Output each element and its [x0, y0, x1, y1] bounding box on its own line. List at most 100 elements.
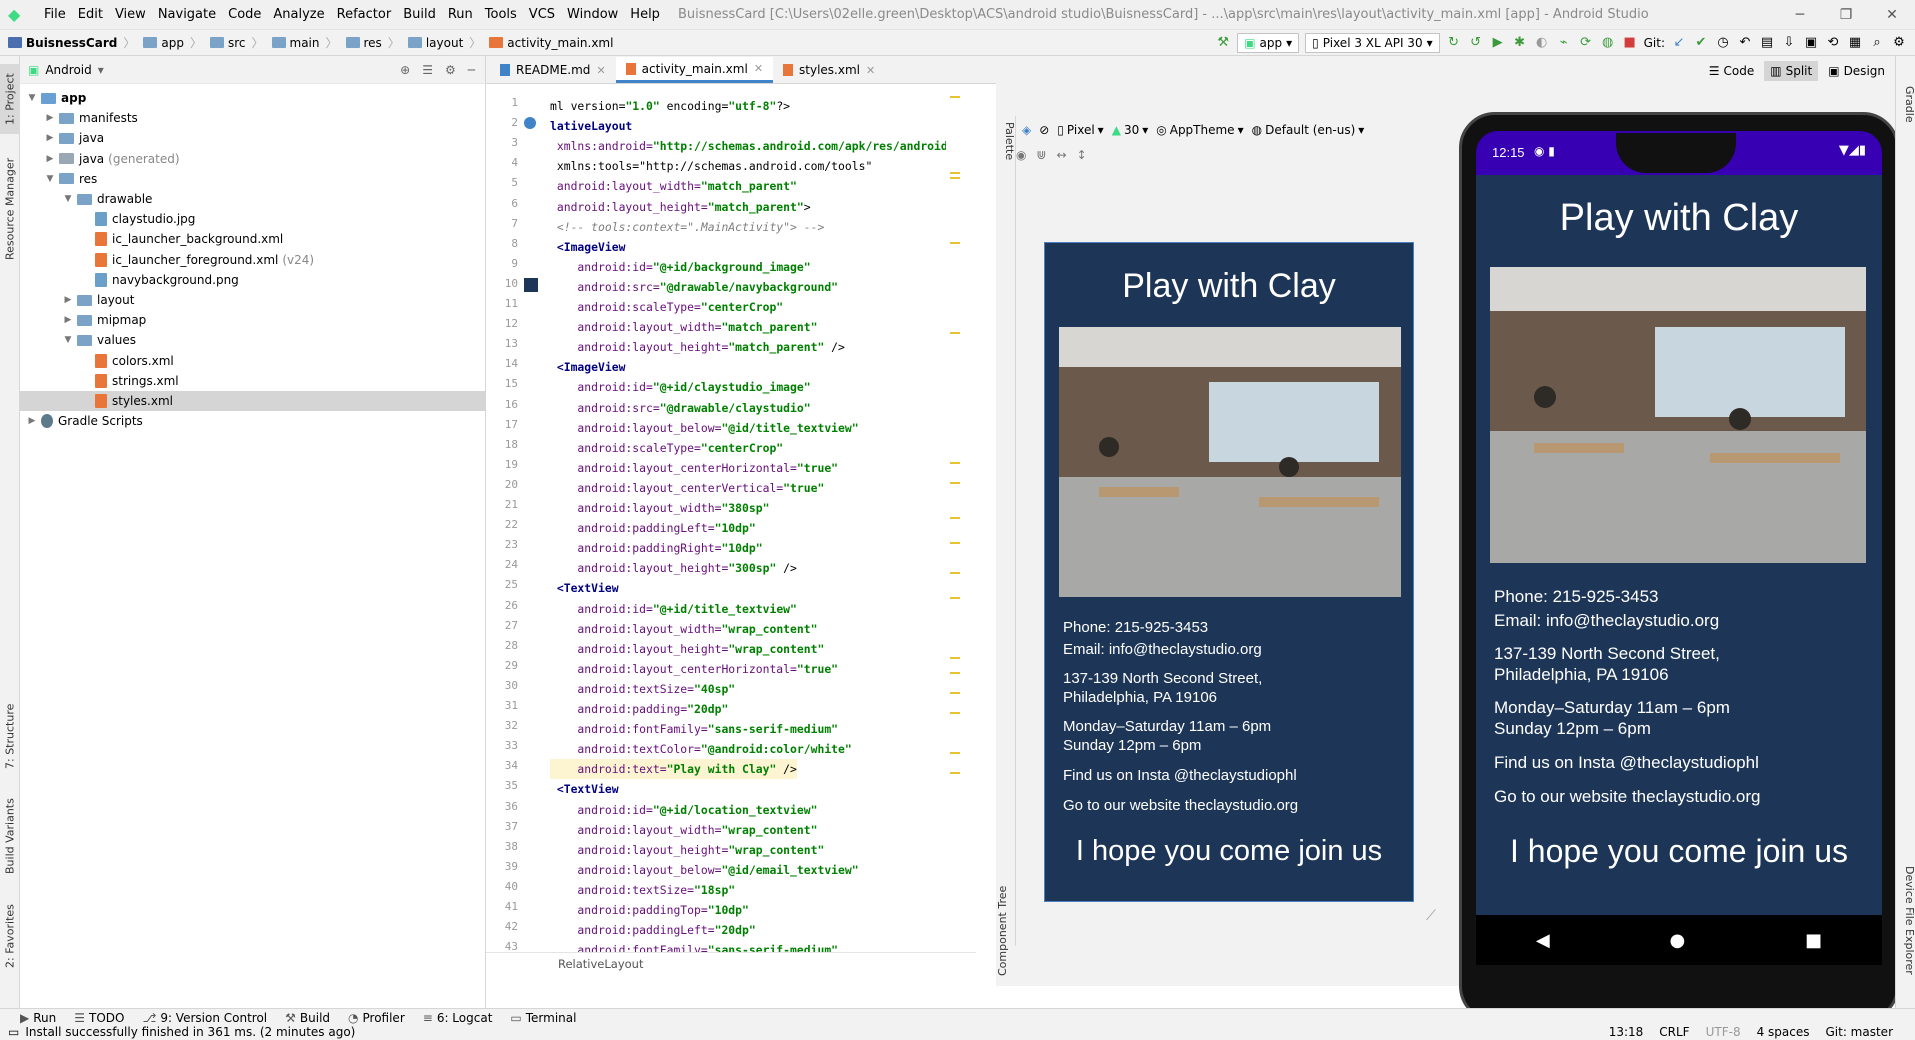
locale-selector[interactable]: ◍ Default (en-us) ▾: [1252, 123, 1365, 137]
run-config-dropdown[interactable]: ▣ app ▾: [1237, 32, 1300, 53]
tree-item[interactable]: ic_launcher_background.xml: [20, 229, 486, 249]
rerun-icon[interactable]: ⟳: [1578, 35, 1594, 51]
code-line[interactable]: ml version="1.0" encoding="utf-8"?>: [550, 96, 790, 116]
code-line[interactable]: xmlns:tools="http://schemas.android.com/…: [550, 156, 872, 176]
bottom-tab[interactable]: ⎇ 9: Version Control: [142, 1011, 267, 1025]
tree-item[interactable]: navybackground.png: [20, 270, 486, 290]
warning-marker[interactable]: [950, 462, 960, 464]
sync-gradle-icon[interactable]: ⟲: [1825, 35, 1841, 51]
code-line[interactable]: android:id="@+id/title_textview": [550, 599, 796, 619]
editor-tab[interactable]: activity_main.xml ✕: [615, 57, 774, 83]
code-line[interactable]: android:text="Play with Clay" />: [550, 759, 797, 780]
collapsed-arrow-icon[interactable]: ▶: [44, 133, 56, 143]
breadcrumb-item[interactable]: res 〉: [342, 34, 404, 51]
warning-marker[interactable]: [950, 772, 960, 774]
hammer-icon[interactable]: ⚒: [1215, 35, 1231, 51]
code-line[interactable]: android:layout_width="380sp": [550, 498, 769, 518]
hide-icon[interactable]: ─: [468, 63, 475, 77]
bottom-tab[interactable]: ▶ Run: [20, 1011, 56, 1025]
code-line[interactable]: android:src="@drawable/navybackground": [550, 277, 838, 297]
editor-tab[interactable]: README.md ✕: [490, 57, 616, 83]
locate-icon[interactable]: ⊕: [400, 63, 410, 77]
gradle-tab[interactable]: Gradle: [1896, 86, 1915, 146]
menu-code[interactable]: Code: [222, 7, 267, 22]
code-line[interactable]: android:paddingRight="10dp": [550, 538, 762, 558]
code-line[interactable]: <ImageView: [550, 237, 626, 257]
bottom-tab[interactable]: ≡ 6: Logcat: [423, 1011, 493, 1025]
code-editor[interactable]: ml version="1.0" encoding="utf-8"?> lativ…: [550, 92, 946, 952]
code-line[interactable]: android:layout_width="match_parent": [550, 317, 817, 337]
collapse-all-icon[interactable]: ☰: [422, 63, 433, 77]
expanded-arrow-icon[interactable]: ▼: [26, 93, 38, 103]
tree-item[interactable]: ▼ app: [20, 88, 486, 108]
code-line[interactable]: <ImageView: [550, 357, 626, 377]
tree-item[interactable]: ▶ java: [20, 128, 486, 148]
git-update-icon[interactable]: ↙: [1671, 35, 1687, 51]
code-view-button[interactable]: ☰ Code: [1703, 61, 1761, 81]
collapsed-arrow-icon[interactable]: ▶: [44, 113, 56, 123]
code-line[interactable]: android:layout_height="wrap_content": [550, 840, 824, 860]
eye-icon[interactable]: ◉: [1016, 148, 1026, 170]
warning-marker[interactable]: [950, 517, 960, 519]
close-tab-icon[interactable]: ✕: [866, 64, 875, 77]
warning-marker[interactable]: [950, 332, 960, 334]
attach-debugger-icon[interactable]: ⌁: [1556, 35, 1572, 51]
code-line[interactable]: <TextView: [550, 578, 619, 598]
collapsed-arrow-icon[interactable]: ▶: [62, 295, 74, 305]
bottom-tab[interactable]: ⚒ Build: [285, 1011, 330, 1025]
device-dropdown[interactable]: ▯ Pixel 3 XL API 30 ▾: [1305, 32, 1440, 53]
breadcrumb-item[interactable]: app 〉: [139, 34, 206, 51]
code-line[interactable]: android:layout_centerVertical="true": [550, 478, 824, 498]
menu-refactor[interactable]: Refactor: [331, 7, 398, 22]
code-line[interactable]: android:id="@+id/background_image": [550, 257, 810, 277]
tree-item[interactable]: styles.xml: [20, 391, 486, 411]
line-separator[interactable]: CRLF: [1659, 1025, 1689, 1039]
git-commit-icon[interactable]: ✔: [1693, 35, 1709, 51]
layers-icon[interactable]: ◈: [1022, 123, 1031, 137]
git-branch[interactable]: Git: master: [1825, 1025, 1893, 1039]
close-tab-icon[interactable]: ✕: [754, 62, 763, 75]
menu-run[interactable]: Run: [442, 7, 479, 22]
tree-item[interactable]: ▶ java (generated): [20, 149, 486, 169]
code-line[interactable]: android:paddingLeft="10dp": [550, 518, 755, 538]
warning-marker[interactable]: [950, 542, 960, 544]
code-line[interactable]: android:layout_width="wrap_content": [550, 820, 817, 840]
bottom-tab[interactable]: ☰ TODO: [74, 1011, 124, 1025]
menu-file[interactable]: File: [38, 7, 72, 22]
breadcrumb-item[interactable]: src 〉: [206, 34, 268, 51]
breadcrumb-item[interactable]: BuisnessCard 〉: [4, 34, 139, 51]
editor-breadcrumb[interactable]: RelativeLayout: [486, 952, 976, 974]
expanded-arrow-icon[interactable]: ▼: [62, 335, 74, 345]
warning-marker[interactable]: [950, 712, 960, 714]
error-stripe[interactable]: [948, 92, 962, 952]
layout-inspector-icon[interactable]: ▣: [1803, 35, 1819, 51]
back-icon[interactable]: ◀: [1536, 930, 1550, 951]
design-preview[interactable]: Play with Clay Phone: 215-925-3453 Email…: [1044, 242, 1414, 902]
home-icon[interactable]: ●: [1670, 930, 1686, 951]
code-line[interactable]: android:layout_centerHorizontal="true": [550, 458, 838, 478]
magnet-icon[interactable]: ⋓: [1036, 148, 1046, 170]
settings-icon[interactable]: ⚙: [1891, 35, 1907, 51]
tree-item[interactable]: ▼ res: [20, 169, 486, 189]
code-line[interactable]: android:scaleType="centerCrop": [550, 297, 783, 317]
resource-manager-tab[interactable]: Resource Manager: [0, 154, 20, 264]
code-line[interactable]: android:paddingTop="10dp": [550, 900, 748, 920]
coverage-icon[interactable]: ◍: [1600, 35, 1616, 51]
status-message[interactable]: Install successfully finished in 361 ms.…: [25, 1025, 355, 1039]
warning-marker[interactable]: [950, 692, 960, 694]
code-line[interactable]: android:textSize="18sp": [550, 880, 735, 900]
tree-item[interactable]: ▼ drawable: [20, 189, 486, 209]
code-line[interactable]: android:layout_height="match_parent">: [550, 197, 811, 217]
build-variants-tab[interactable]: Build Variants: [0, 796, 20, 876]
theme-selector[interactable]: ◎ AppTheme ▾: [1156, 123, 1243, 137]
favorites-tab[interactable]: 2: Favorites: [0, 896, 20, 976]
code-line[interactable]: <!-- tools:context=".MainActivity"> -->: [550, 217, 824, 237]
design-view-button[interactable]: ▣ Design: [1822, 61, 1891, 81]
code-line[interactable]: android:fontFamily="sans-serif-medium": [550, 940, 838, 952]
chevron-down-icon[interactable]: ▾: [98, 63, 104, 77]
caret-position[interactable]: 13:18: [1609, 1025, 1644, 1039]
recents-icon[interactable]: ■: [1805, 930, 1822, 951]
menu-analyze[interactable]: Analyze: [267, 7, 330, 22]
code-line[interactable]: android:paddingLeft="20dp": [550, 920, 755, 940]
apply-changes-icon[interactable]: ↻: [1446, 35, 1462, 51]
